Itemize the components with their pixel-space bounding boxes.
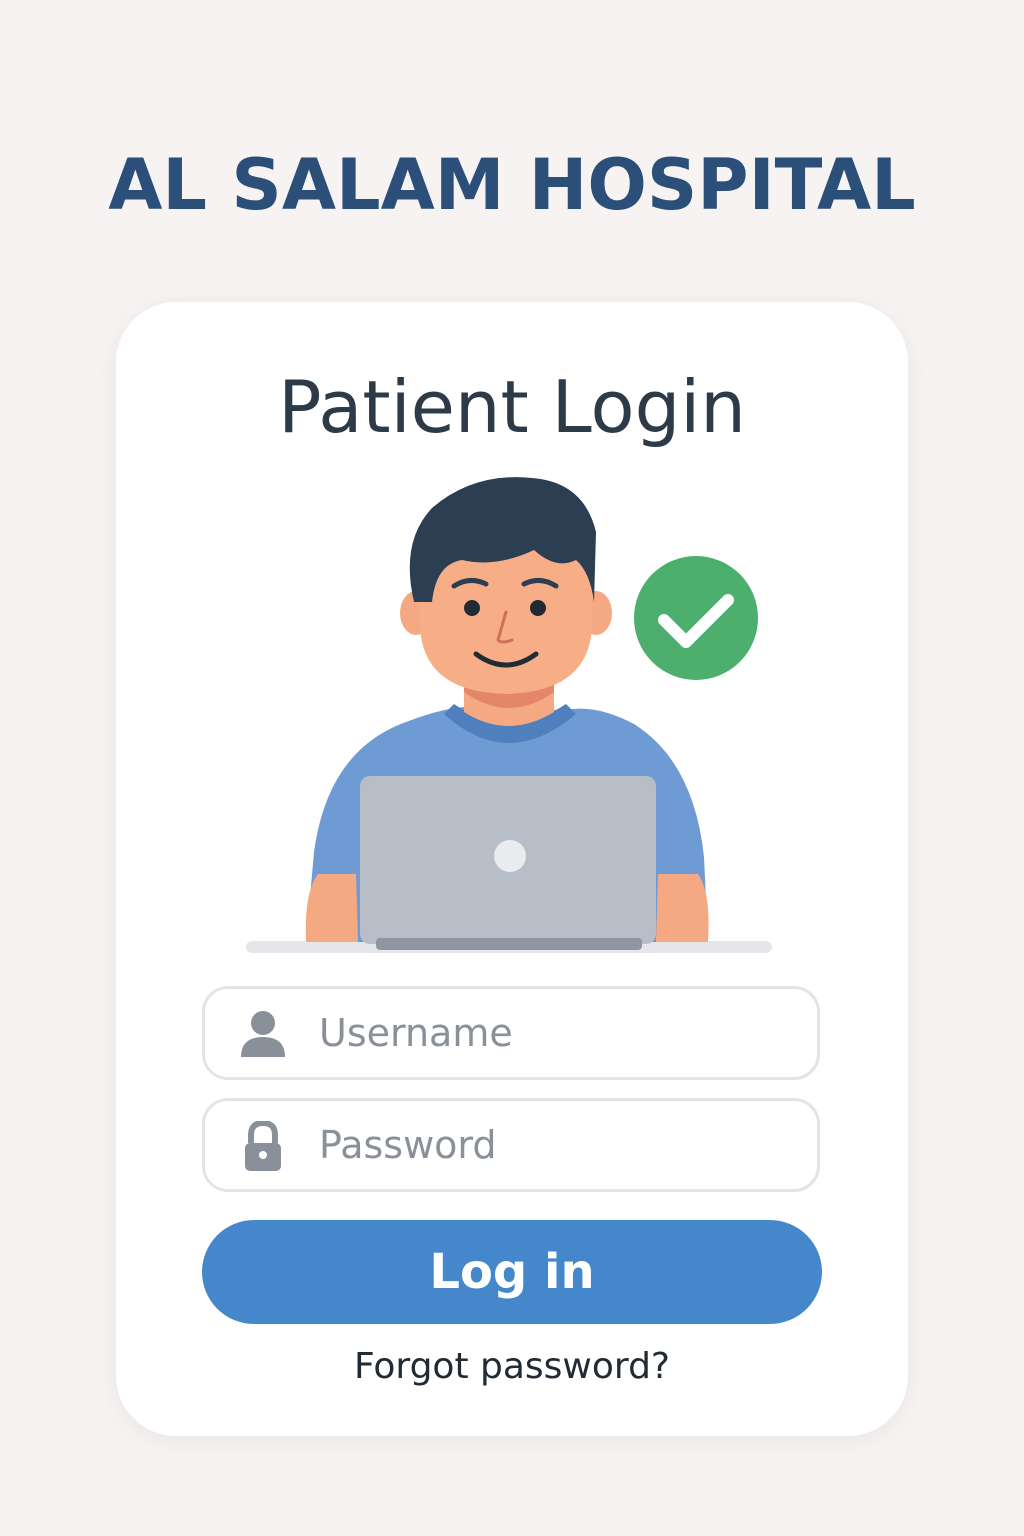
login-card: Patient Login Username Log in Forgot pas… [116, 302, 908, 1436]
hospital-name: AL SALAM HOSPITAL [108, 144, 916, 226]
username-field[interactable] [202, 986, 820, 1080]
checkmark-icon [634, 556, 758, 680]
username-input[interactable] [319, 1003, 789, 1063]
patient-with-laptop-illustration [246, 477, 772, 953]
login-button[interactable]: Log in [202, 1220, 822, 1324]
page-title: Patient Login [278, 365, 746, 449]
lock-icon [245, 1121, 281, 1171]
forgot-password-link[interactable]: Forgot password? [116, 1346, 908, 1387]
password-field[interactable] [202, 1098, 820, 1192]
user-icon [241, 1011, 285, 1057]
password-input[interactable] [319, 1115, 789, 1175]
